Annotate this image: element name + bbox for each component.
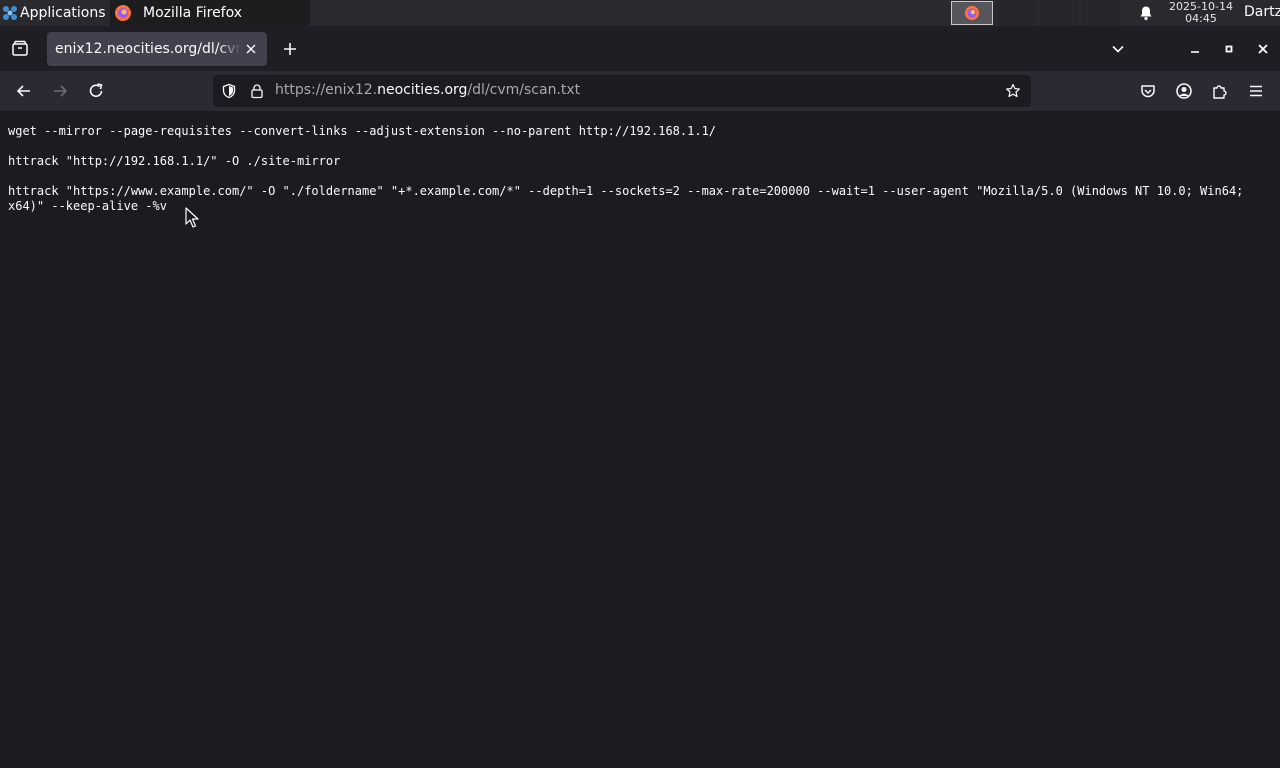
notification-bell-icon[interactable] [1138, 5, 1154, 21]
firefox-icon [964, 5, 980, 21]
back-icon[interactable] [14, 81, 34, 101]
reload-icon[interactable] [86, 81, 106, 101]
url-bar[interactable]: https://enix12.neocities.org/dl/cvm/scan… [213, 75, 1031, 107]
firefox-icon [115, 5, 131, 21]
forward-icon[interactable] [50, 81, 70, 101]
text-line: wget --mirror --page-requisites --conver… [8, 124, 717, 138]
tab-active[interactable]: enix12.neocities.org/dl/cvm/scan.txt [47, 32, 267, 66]
minimize-icon[interactable] [1185, 39, 1205, 59]
clock[interactable]: 2025-10-14 04:45 [1166, 1, 1236, 25]
applications-menu[interactable]: Applications [0, 0, 112, 26]
new-tab-icon[interactable] [280, 39, 300, 59]
list-all-tabs-chevron-icon[interactable] [1108, 39, 1128, 59]
pocket-icon[interactable] [1138, 81, 1158, 101]
tracking-protection-shield-icon[interactable] [221, 83, 237, 99]
window-title: Mozilla Firefox [143, 5, 243, 21]
url-text[interactable]: https://enix12.neocities.org/dl/cvm/scan… [275, 82, 580, 98]
lock-icon[interactable] [249, 83, 265, 99]
xfce-logo-icon [3, 6, 17, 20]
applications-label: Applications [20, 5, 106, 21]
workspace-3[interactable] [1039, 0, 1079, 26]
mouse-pointer-icon [185, 207, 199, 228]
plain-text-document: wget --mirror --page-requisites --conver… [8, 124, 1264, 214]
close-window-icon[interactable] [1253, 39, 1273, 59]
bookmark-star-icon[interactable] [1005, 83, 1021, 99]
workspace-2[interactable] [997, 0, 1037, 26]
close-tab-icon[interactable] [243, 41, 259, 57]
url-scheme: https://enix12. [275, 82, 378, 98]
maximize-icon[interactable] [1219, 39, 1239, 59]
taskbar-firefox-window[interactable]: Mozilla Firefox [110, 0, 310, 26]
desktop-top-panel: Applications Mozilla Firefox 2025-10-14 … [0, 0, 1280, 26]
text-line: httrack "http://192.168.1.1/" -O ./site-… [8, 154, 341, 168]
navigation-toolbar: https://enix12.neocities.org/dl/cvm/scan… [0, 71, 1280, 111]
extensions-puzzle-icon[interactable] [1210, 81, 1230, 101]
account-icon[interactable] [1174, 81, 1194, 101]
user-menu[interactable]: Dartz [1244, 4, 1280, 20]
workspace-firefox-thumbnail[interactable] [951, 1, 993, 25]
workspace-4[interactable] [1081, 0, 1121, 26]
url-path: /dl/cvm/scan.txt [467, 82, 581, 98]
tab-title: enix12.neocities.org/dl/cvm/scan.txt [55, 41, 241, 57]
url-host: neocities.org [377, 82, 468, 98]
firefox-view-icon[interactable] [10, 39, 30, 59]
tab-strip: enix12.neocities.org/dl/cvm/scan.txt [0, 26, 1280, 71]
clock-time: 04:45 [1185, 12, 1217, 25]
hamburger-menu-icon[interactable] [1246, 81, 1266, 101]
